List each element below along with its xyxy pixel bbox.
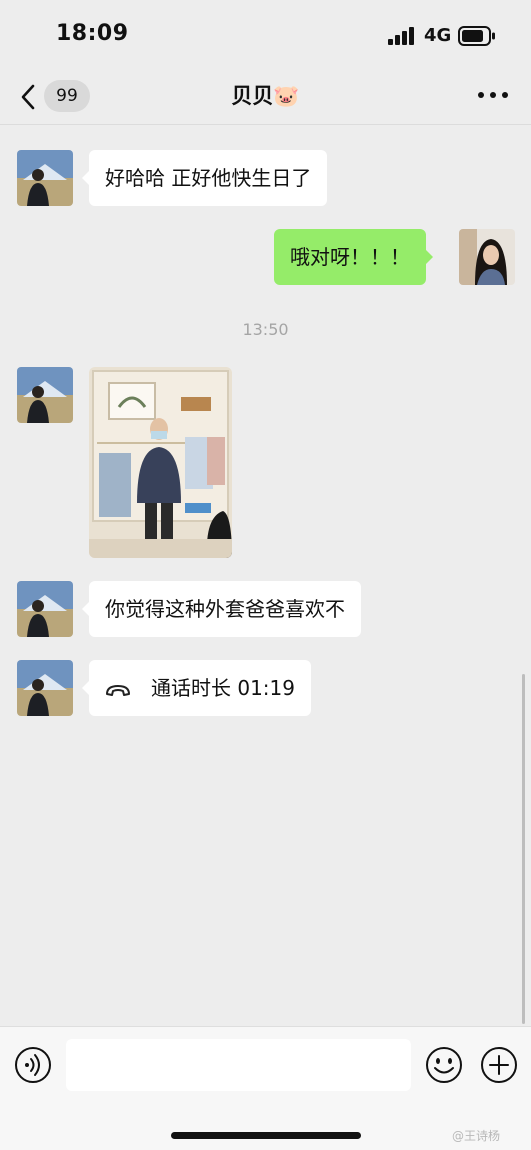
more-dots-icon [478,92,484,98]
contact-avatar[interactable] [17,150,73,206]
incoming-message-bubble[interactable]: 你觉得这种外套爸爸喜欢不 [82,581,361,637]
message-timestamp: 13:50 [242,320,289,339]
more-options-button[interactable] [476,88,510,102]
network-label: 4G [424,25,452,46]
plus-icon[interactable] [480,1046,518,1084]
watermark: @王诗杨 [452,1129,501,1143]
more-dots-icon [490,92,496,98]
status-time: 18:09 [56,21,129,46]
contact-avatar-image [17,367,73,423]
contact-avatar[interactable] [17,660,73,716]
contact-avatar-image [17,581,73,637]
phone-call-icon [106,684,130,696]
photo-message[interactable] [89,367,232,558]
chat-scrollbar[interactable] [522,674,525,1024]
more-dots-icon [502,92,508,98]
contact-avatar[interactable] [17,581,73,637]
status-bar: 18:09 4G [0,0,531,68]
battery-icon [458,26,495,46]
store-photo-image [89,367,232,558]
call-record-bubble[interactable]: 通话时长 01:19 [82,660,311,716]
my-avatar-image [459,229,515,285]
voice-input-icon[interactable] [14,1046,52,1084]
call-duration-text: 通话时长 01:19 [151,676,295,700]
outgoing-message-bubble[interactable]: 哦对呀！！！ [274,229,433,285]
contact-avatar-image [17,660,73,716]
my-avatar[interactable] [459,229,515,285]
home-indicator[interactable] [171,1132,361,1139]
contact-avatar[interactable] [17,367,73,423]
contact-avatar-image [17,150,73,206]
message-input[interactable] [66,1039,411,1091]
chat-title: 贝贝🐷 [231,84,300,108]
chat-header: 99 贝贝🐷 [0,68,531,125]
incoming-message-bubble[interactable]: 好哈哈 正好他快生日了 [81,150,328,206]
emoji-icon[interactable] [425,1046,463,1084]
signal-bars-icon [388,27,414,45]
